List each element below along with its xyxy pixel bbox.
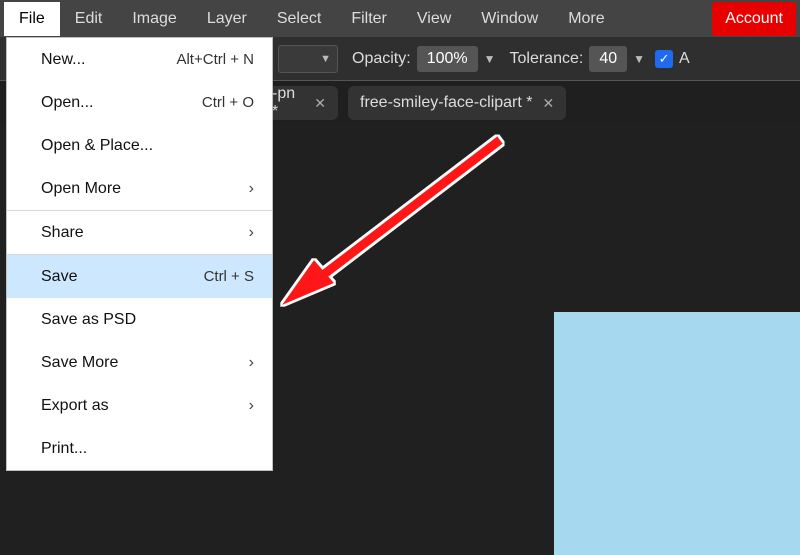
- tool-dropdown[interactable]: ▼: [278, 45, 338, 73]
- menu-item-label: Open More: [41, 180, 121, 198]
- menu-item-save-psd[interactable]: Save as PSD: [7, 298, 272, 341]
- menu-item-new[interactable]: New... Alt+Ctrl + N: [7, 38, 272, 81]
- close-icon[interactable]: ✕: [314, 95, 326, 112]
- menu-bar: File Edit Image Layer Select Filter View…: [0, 0, 800, 37]
- menu-item-open-more[interactable]: Open More ›: [7, 167, 272, 210]
- menu-item-print[interactable]: Print...: [7, 427, 272, 470]
- menu-item-share[interactable]: Share ›: [7, 211, 272, 254]
- canvas[interactable]: [554, 312, 800, 555]
- opacity-label: Opacity:: [352, 50, 411, 68]
- chevron-right-icon: ›: [249, 224, 254, 242]
- tolerance-label: Tolerance:: [510, 50, 584, 68]
- tolerance-value[interactable]: 40: [589, 46, 627, 72]
- menu-item-label: Share: [41, 224, 84, 242]
- menu-layer[interactable]: Layer: [192, 2, 262, 36]
- chevron-right-icon: ›: [249, 354, 254, 372]
- antialias-checkbox[interactable]: ✓: [655, 50, 673, 68]
- chevron-right-icon: ›: [249, 180, 254, 198]
- menu-filter[interactable]: Filter: [336, 2, 402, 36]
- menu-item-save[interactable]: Save Ctrl + S: [7, 255, 272, 298]
- shortcut-text: Ctrl + O: [202, 94, 254, 111]
- opacity-dropdown-icon[interactable]: ▼: [484, 52, 496, 66]
- shortcut-text: Alt+Ctrl + N: [176, 51, 254, 68]
- menu-item-label: Open...: [41, 94, 93, 112]
- menu-item-label: Save as PSD: [41, 311, 136, 329]
- menu-item-open-place[interactable]: Open & Place...: [7, 124, 272, 167]
- menu-view[interactable]: View: [402, 2, 466, 36]
- document-tab-1[interactable]: free-smiley-face-clipart * ✕: [348, 86, 566, 120]
- menu-item-label: Save: [41, 268, 77, 286]
- tab-label: -pn *: [272, 85, 304, 121]
- menu-item-open[interactable]: Open... Ctrl + O: [7, 81, 272, 124]
- menu-window[interactable]: Window: [466, 2, 553, 36]
- close-icon[interactable]: ✕: [542, 95, 554, 112]
- menu-file[interactable]: File: [4, 2, 60, 36]
- tab-label: free-smiley-face-clipart *: [360, 94, 532, 112]
- menu-item-export[interactable]: Export as ›: [7, 384, 272, 427]
- chevron-right-icon: ›: [249, 397, 254, 415]
- menu-item-label: Export as: [41, 397, 109, 415]
- menu-select[interactable]: Select: [262, 2, 336, 36]
- menu-more[interactable]: More: [553, 2, 619, 36]
- antialias-label-partial: A: [679, 50, 690, 68]
- file-menu-dropdown: New... Alt+Ctrl + N Open... Ctrl + O Ope…: [6, 37, 273, 471]
- menu-image[interactable]: Image: [117, 2, 191, 36]
- tolerance-dropdown-icon[interactable]: ▼: [633, 52, 645, 66]
- opacity-value[interactable]: 100%: [417, 46, 478, 72]
- chevron-down-icon: ▼: [320, 53, 331, 65]
- menu-item-label: Save More: [41, 354, 118, 372]
- menu-edit[interactable]: Edit: [60, 2, 118, 36]
- menu-item-label: Open & Place...: [41, 137, 153, 155]
- menu-item-label: Print...: [41, 440, 87, 458]
- menu-item-label: New...: [41, 51, 85, 69]
- menu-item-save-more[interactable]: Save More ›: [7, 341, 272, 384]
- account-button[interactable]: Account: [712, 2, 796, 36]
- shortcut-text: Ctrl + S: [204, 268, 254, 285]
